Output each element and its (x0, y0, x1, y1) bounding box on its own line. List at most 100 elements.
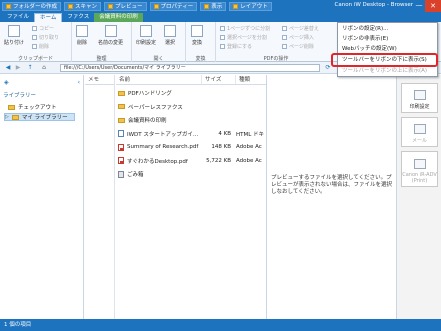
delete-button[interactable]: 削除 (76, 25, 88, 46)
browse-icon (164, 25, 176, 37)
clipboard-group: 貼り付け コピー 切り取り 削除 クリップボード (0, 22, 72, 62)
replace-page-button[interactable]: ページ差替え (282, 25, 319, 32)
memo-header[interactable]: メモ (85, 75, 114, 85)
forward-button[interactable]: ▶ (14, 64, 22, 72)
file-name-cell: ペーパーレスファクス (116, 103, 200, 111)
qat-layout-button[interactable]: レイアウト (229, 1, 272, 11)
browse-button[interactable]: 選択 (164, 25, 176, 46)
folder-icon (118, 90, 125, 96)
file-size: 148 KB (211, 144, 231, 150)
library-pane: ◈ ‹ ライブラリー チェックアウト ▷ マイ ライブラリー (0, 75, 84, 319)
file-name-cell: Summary of Research.pdf (116, 143, 200, 151)
paste-icon (8, 25, 20, 37)
qat-create-folder-button[interactable]: フォルダーの作成 (2, 1, 62, 11)
tab-meeting-print[interactable]: 会議資料の印刷 (94, 13, 143, 22)
ribbon-tabs: ファイル ホーム ファクス 会議資料の印刷 (0, 12, 441, 22)
qat-scan-button[interactable]: スキャン (64, 1, 102, 11)
paste-button[interactable]: 貼り付け (4, 25, 24, 46)
mail-icon (413, 124, 426, 134)
delete-page-button[interactable]: ページ削除 (282, 43, 314, 50)
file-row[interactable]: IWDT スタートアップガイ… 4 KB HTML ドキ (116, 129, 266, 139)
library-header: ライブラリー (3, 93, 37, 99)
view-icon (204, 3, 210, 9)
preview-pane: プレビューするファイルを選択してください。プレビューが表示されない場合は、ファイ… (266, 75, 395, 319)
expand-arrow-icon[interactable]: ▷ (5, 114, 9, 120)
split-each-page-button[interactable]: 1ページずつに分割 (220, 25, 270, 32)
menu-hide-ribbon[interactable]: リボンの非表示(E) (342, 35, 388, 44)
up-button[interactable]: ↑ (26, 64, 34, 72)
folder-icon (118, 104, 125, 109)
file-list: 名前 サイズ 種類 PDFハンドリングペーパーレスファクス会議資料の印刷 IWDT… (116, 75, 266, 319)
collapse-icon[interactable]: ‹ (78, 79, 80, 87)
file-size: 4 KB (218, 130, 231, 137)
organize-group-label: 整理 (96, 56, 107, 62)
qat-preview-button[interactable]: プレビュー (104, 1, 147, 11)
preview-icon (108, 3, 114, 9)
split-selected-button[interactable]: 選択ページを分割 (220, 34, 267, 41)
tree-item-checkout[interactable]: チェックアウト (8, 103, 57, 111)
layout-icon (233, 3, 239, 9)
file-name: IWDT スタートアップガイ… (127, 131, 199, 138)
convert-button[interactable]: 変換 (191, 25, 203, 46)
file-row[interactable]: Summary of Research.pdf 148 KB Adobe Ac (116, 142, 266, 152)
cut-button[interactable]: 切り取り (32, 34, 59, 41)
convert-icon (191, 25, 203, 37)
pin-icon[interactable]: ◈ (4, 79, 9, 87)
print-settings-action-button[interactable]: 印刷設定 (401, 83, 438, 113)
scanner-icon (68, 3, 74, 9)
copy-icon (32, 26, 37, 31)
clipboard-delete-button[interactable]: 削除 (32, 43, 49, 50)
file-row[interactable]: ペーパーレスファクス (116, 102, 266, 112)
highlight-callout (331, 53, 438, 67)
file-name-cell: 会議資料の印刷 (116, 116, 200, 124)
print-settings-button[interactable]: 印刷設定 (136, 25, 156, 46)
file-type: HTML ドキ (236, 131, 264, 138)
file-row[interactable]: ごみ箱 (116, 169, 266, 179)
minimize-button[interactable]: — (415, 1, 423, 10)
tree-item-my-library[interactable]: ▷ マイ ライブラリー (4, 113, 75, 121)
file-name: ごみ箱 (127, 172, 144, 178)
insert-page-button[interactable]: ページ挿入 (282, 34, 314, 41)
delete-icon (32, 44, 37, 49)
action-panel: 印刷設定 メール Canon iR-ADV (Print) (396, 75, 441, 319)
options-menu: リボンの設定(R)... リボンの非表示(E) Webバッチの設定(W) ツール… (337, 22, 438, 77)
file-name: PDFハンドリング (128, 91, 172, 97)
home-icon[interactable]: ⌂ (40, 64, 48, 72)
replace-page-icon (282, 26, 287, 31)
tab-file[interactable]: ファイル (2, 13, 34, 22)
memo-column: メモ (85, 75, 115, 319)
copy-button[interactable]: コピー (32, 25, 54, 32)
rename-icon (104, 25, 117, 37)
file-type: Adobe Ac (236, 144, 262, 150)
column-size-header[interactable]: サイズ (202, 75, 236, 84)
menu-toolbar-above-ribbon[interactable]: ツールバーをリボンの上に表示(A) (342, 67, 427, 76)
pdf-group: 1ページずつに分割 選択ページを分割 登録にする ページ差替え ページ挿入 ペー… (216, 22, 336, 62)
properties-icon (153, 3, 159, 9)
address-field[interactable]: file:///C:/Users/User/Documents/マイ ライブラリ… (60, 64, 320, 72)
convert-group: 変換 変換 (186, 22, 216, 62)
insert-page-icon (282, 35, 287, 40)
register-button[interactable]: 登録にする (220, 43, 252, 50)
mail-action-button[interactable]: メール (401, 117, 438, 147)
file-row[interactable]: 会議資料の印刷 (116, 115, 266, 125)
organize-group: 削除 名前の変更 整理 (72, 22, 132, 62)
tab-home[interactable]: ホーム (34, 13, 63, 22)
column-type-header[interactable]: 種類 (236, 75, 266, 84)
qat-view-button[interactable]: 表示 (200, 1, 227, 11)
tab-fax[interactable]: ファクス (62, 13, 94, 22)
column-name-header[interactable]: 名前 (116, 75, 202, 84)
file-name: すぐわかるDesktop.pdf (127, 158, 188, 165)
printer-action-button[interactable]: Canon iR-ADV (Print) (401, 151, 438, 187)
back-button[interactable]: ◀ (4, 64, 12, 72)
menu-ribbon-settings[interactable]: リボンの設定(R)... (342, 25, 388, 34)
qat-properties-button[interactable]: プロパティー (149, 1, 198, 11)
close-button[interactable]: ✕ (425, 0, 441, 12)
file-name: ペーパーレスファクス (128, 104, 183, 111)
file-name-cell: すぐわかるDesktop.pdf (116, 157, 200, 165)
file-name: Summary of Research.pdf (127, 144, 199, 150)
file-name-cell: IWDT スタートアップガイ… (116, 130, 200, 138)
rename-button[interactable]: 名前の変更 (98, 25, 123, 46)
file-row[interactable]: PDFハンドリング (116, 88, 266, 98)
file-row[interactable]: すぐわかるDesktop.pdf 5,722 KB Adobe Ac (116, 156, 266, 166)
open-group-label: 開く (153, 56, 164, 62)
